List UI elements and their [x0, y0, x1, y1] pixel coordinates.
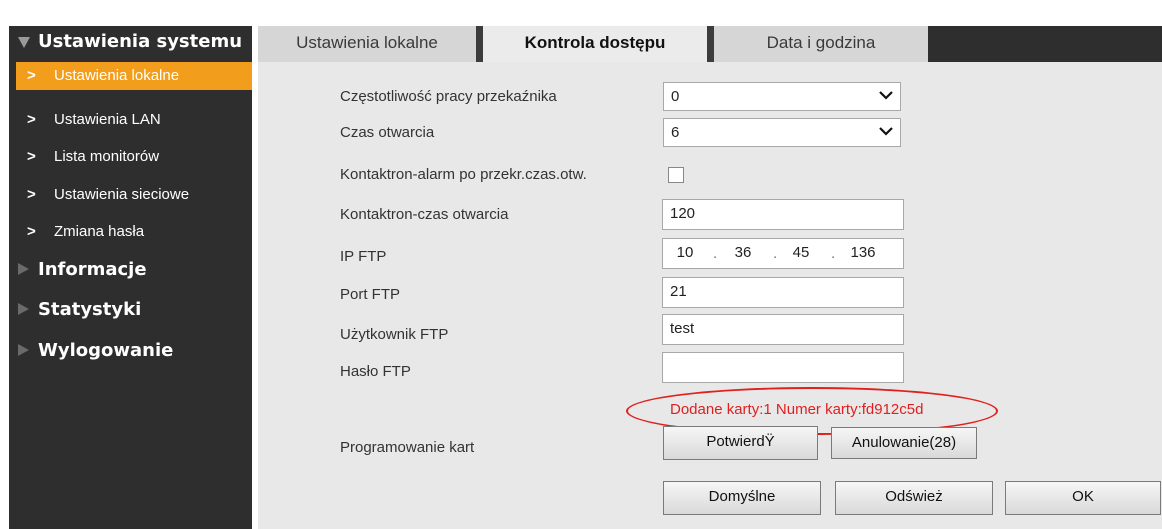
sidebar-item-change-password[interactable]: > Zmiana hasła [16, 218, 252, 246]
sidebar-item-label: Lista monitorów [54, 148, 160, 165]
section-label: Wylogowanie [38, 340, 174, 361]
default-button[interactable]: Domyślne [663, 481, 821, 515]
relay-frequency-value: 0 [671, 88, 680, 105]
sidebar-item-label: Zmiana hasła [54, 223, 145, 240]
ftp-user-input[interactable]: test [662, 314, 904, 345]
ip-octet-4[interactable]: 136 [845, 239, 881, 266]
ftp-password-label: Hasło FTP [340, 363, 411, 380]
sidebar-item-local-settings[interactable]: > Ustawienia lokalne [16, 62, 252, 90]
ftp-ip-input[interactable]: 10 . 36 . 45 . 136 [662, 238, 904, 269]
relay-frequency-select[interactable]: 0 [663, 82, 901, 111]
card-programming-label: Programowanie kart [340, 439, 475, 456]
ip-octet-3[interactable]: 45 [783, 239, 819, 266]
sidebar-item-monitor-list[interactable]: > Lista monitorów [16, 143, 252, 171]
sidebar: Ustawienia systemu > Ustawienia lokalne … [9, 26, 252, 529]
open-time-label: Czas otwarcia [340, 124, 435, 141]
ftp-user-label: Użytkownik FTP [340, 326, 449, 343]
section-label: Ustawienia systemu [38, 31, 243, 52]
ftp-user-value: test [670, 320, 695, 337]
contact-time-input[interactable]: 120 [662, 199, 904, 230]
ip-octet-1[interactable]: 10 [667, 239, 703, 266]
ip-dot: . [773, 245, 778, 262]
cancel-button[interactable]: Anulowanie(28) [831, 427, 977, 459]
sidebar-item-label: Ustawienia sieciowe [54, 186, 190, 203]
triangle-right-icon [18, 263, 29, 275]
sidebar-section-logout[interactable]: Wylogowanie [9, 337, 252, 365]
tab-local-settings[interactable]: Ustawienia lokalne [258, 26, 476, 62]
contact-alarm-checkbox[interactable] [668, 167, 684, 183]
sidebar-section-stats[interactable]: Statystyki [9, 296, 252, 324]
confirm-button[interactable]: PotwierdŸ [663, 426, 818, 460]
ftp-port-input[interactable]: 21 [662, 277, 904, 308]
triangle-right-icon [18, 303, 29, 315]
triangle-right-icon [18, 344, 29, 356]
chevron-right-icon: > [27, 223, 36, 240]
contact-alarm-label: Kontaktron-alarm po przekr.czas.otw. [340, 166, 587, 183]
sidebar-item-label: Ustawienia lokalne [54, 67, 180, 84]
refresh-button[interactable]: Odśwież [835, 481, 993, 515]
relay-frequency-label: Częstotliwość pracy przekaźnika [340, 88, 557, 105]
tab-bar: Ustawienia lokalne Kontrola dostępu Data… [258, 26, 1162, 62]
sidebar-item-network-settings[interactable]: > Ustawienia sieciowe [16, 181, 252, 209]
ftp-ip-label: IP FTP [340, 248, 387, 265]
chevron-right-icon: > [27, 111, 36, 128]
sidebar-item-label: Ustawienia LAN [54, 111, 161, 128]
tab-access-control[interactable]: Kontrola dostępu [483, 26, 707, 62]
open-time-select[interactable]: 6 [663, 118, 901, 147]
sidebar-section-info[interactable]: Informacje [9, 256, 252, 284]
ip-dot: . [713, 245, 718, 262]
section-label: Statystyki [38, 299, 142, 320]
tab-date-time[interactable]: Data i godzina [714, 26, 928, 62]
contact-time-value: 120 [670, 205, 696, 222]
chevron-right-icon: > [27, 186, 36, 203]
chevron-right-icon: > [27, 67, 36, 84]
triangle-down-icon [18, 37, 30, 48]
section-label: Informacje [38, 259, 147, 280]
ip-dot: . [831, 245, 836, 262]
tab-divider [707, 26, 714, 62]
ftp-password-input[interactable] [662, 352, 904, 383]
chevron-down-icon [879, 91, 893, 100]
ip-octet-2[interactable]: 36 [725, 239, 761, 266]
tab-divider [476, 26, 483, 62]
ftp-port-value: 21 [670, 283, 687, 300]
sidebar-section-system-settings[interactable]: Ustawienia systemu [9, 28, 252, 56]
main-panel: Ustawienia lokalne Kontrola dostępu Data… [258, 26, 1162, 529]
ok-button[interactable]: OK [1005, 481, 1161, 515]
chevron-down-icon [879, 127, 893, 136]
contact-time-label: Kontaktron-czas otwarcia [340, 206, 509, 223]
open-time-value: 6 [671, 124, 680, 141]
chevron-right-icon: > [27, 148, 36, 165]
ftp-port-label: Port FTP [340, 286, 401, 303]
sidebar-item-lan-settings[interactable]: > Ustawienia LAN [16, 106, 252, 134]
